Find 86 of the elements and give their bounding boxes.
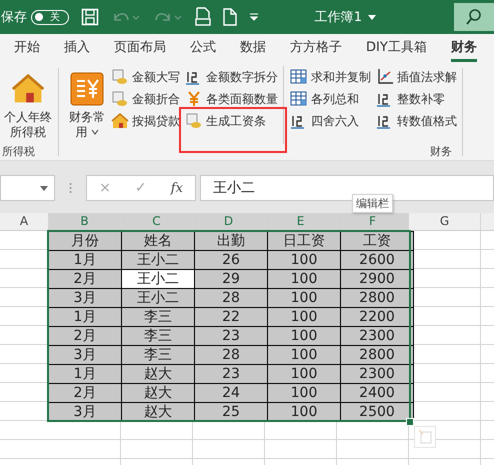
ribbon-button[interactable]: 各类面额数量: [185, 88, 281, 110]
ribbon-tab[interactable]: DIY工具箱: [366, 34, 427, 62]
dropdown-caret-icon: [40, 186, 48, 190]
table-cell[interactable]: 李三: [121, 326, 195, 346]
ribbon-button[interactable]: 金额大写: [111, 66, 183, 88]
table-cell[interactable]: 2600: [340, 250, 414, 270]
table-cell[interactable]: 1月: [48, 250, 122, 270]
table-cell[interactable]: 2800: [340, 345, 414, 365]
table-cell[interactable]: 赵大: [121, 364, 195, 384]
table-cell[interactable]: 24: [194, 383, 268, 403]
table-icon: [290, 90, 308, 108]
table-cell[interactable]: 3月: [48, 345, 122, 365]
table-icon: [290, 68, 308, 86]
table-cell[interactable]: 23: [194, 364, 268, 384]
insert-function-button[interactable]: fx: [170, 180, 183, 196]
table-cell[interactable]: 28: [194, 288, 268, 308]
table-cell[interactable]: 2200: [340, 307, 414, 327]
workbook-title[interactable]: 工作簿1: [314, 8, 362, 26]
table-cell[interactable]: 1月: [48, 307, 122, 327]
table-cell[interactable]: 2300: [340, 326, 414, 346]
coin-icon: [111, 90, 129, 108]
large-ribbon-button[interactable]: 财务常用: [65, 66, 109, 144]
table-cell[interactable]: 3月: [48, 288, 122, 308]
table-cell[interactable]: 2月: [48, 269, 122, 289]
table-cell[interactable]: 100: [267, 269, 341, 289]
grip-icon: [69, 182, 72, 194]
chart-axis-icon: [376, 68, 394, 86]
ribbon-tab[interactable]: 数据: [240, 34, 266, 62]
ribbon-tab[interactable]: 公式: [190, 34, 216, 62]
table-cell[interactable]: 2800: [340, 288, 414, 308]
caret-icon: [368, 14, 376, 20]
ribbon-button[interactable]: 四舍六入: [290, 110, 374, 132]
table-cell[interactable]: 100: [267, 250, 341, 270]
ribbon-button[interactable]: 生成工资条: [185, 110, 281, 132]
search-button[interactable]: [454, 3, 494, 31]
table-cell[interactable]: 王小二: [121, 250, 195, 270]
ribbon-tab[interactable]: 方方格子: [290, 34, 342, 62]
table-cell[interactable]: 2400: [340, 383, 414, 403]
table-cell[interactable]: 29: [194, 269, 268, 289]
table-cell[interactable]: 王小二: [121, 288, 195, 308]
ribbon-button[interactable]: 转数值格式: [376, 110, 460, 132]
group-label: 财务: [429, 144, 453, 160]
autosave-toggle[interactable]: 关: [31, 10, 69, 24]
table-cell[interactable]: 李三: [121, 345, 195, 365]
table-cell[interactable]: 22: [194, 307, 268, 327]
table-cell[interactable]: 李三: [121, 307, 195, 327]
ribbon-button[interactable]: 金额数字拆分: [185, 66, 281, 88]
ribbon-button[interactable]: 按揭贷款: [111, 110, 183, 132]
ribbon-button[interactable]: 各列总和: [290, 88, 374, 110]
ribbon-button[interactable]: 整数补零: [376, 88, 460, 110]
table-cell[interactable]: 2900: [340, 269, 414, 289]
tooltip: 编辑栏: [352, 194, 393, 213]
ribbon-button[interactable]: 插值法求解: [376, 66, 460, 88]
coin-icon: [185, 112, 203, 130]
table-cell[interactable]: 2月: [48, 383, 122, 403]
table-cell[interactable]: 100: [267, 307, 341, 327]
table-cell[interactable]: 100: [267, 383, 341, 403]
table-cell[interactable]: 王小二: [121, 269, 195, 289]
yuan-icon: [70, 72, 104, 106]
ribbon-tab[interactable]: 页面布局: [114, 34, 166, 62]
group-label: 所得税: [1, 144, 36, 160]
print-preview-icon[interactable]: [195, 7, 211, 27]
table-cell[interactable]: 100: [267, 288, 341, 308]
new-document-icon[interactable]: [223, 8, 237, 26]
ribbon-button[interactable]: 求和并复制: [290, 66, 374, 88]
ribbon-button[interactable]: 金额折合: [111, 88, 183, 110]
search-icon: [466, 8, 482, 26]
table-cell[interactable]: 赵大: [121, 383, 195, 403]
autosave-label: 保存: [1, 9, 27, 26]
table-cell[interactable]: 1月: [48, 364, 122, 384]
table-cell[interactable]: 100: [267, 345, 341, 365]
fill-handle[interactable]: [406, 418, 414, 426]
customize-caret-icon[interactable]: [249, 13, 259, 21]
ribbon-tab[interactable]: 开始: [14, 34, 40, 62]
ribbon-tab[interactable]: 插入: [64, 34, 90, 62]
table-cell[interactable]: 26: [194, 250, 268, 270]
table-cell[interactable]: 28: [194, 345, 268, 365]
table-cell[interactable]: 23: [194, 326, 268, 346]
large-ribbon-button[interactable]: 个人年终所得税: [0, 66, 56, 144]
coin-icon: [111, 68, 129, 86]
house-icon: [111, 112, 129, 130]
table-cell[interactable]: 100: [267, 326, 341, 346]
table-cell[interactable]: 100: [267, 364, 341, 384]
table-cell[interactable]: 2月: [48, 326, 122, 346]
table-cell[interactable]: 2300: [340, 364, 414, 384]
save-icon[interactable]: [81, 8, 99, 26]
